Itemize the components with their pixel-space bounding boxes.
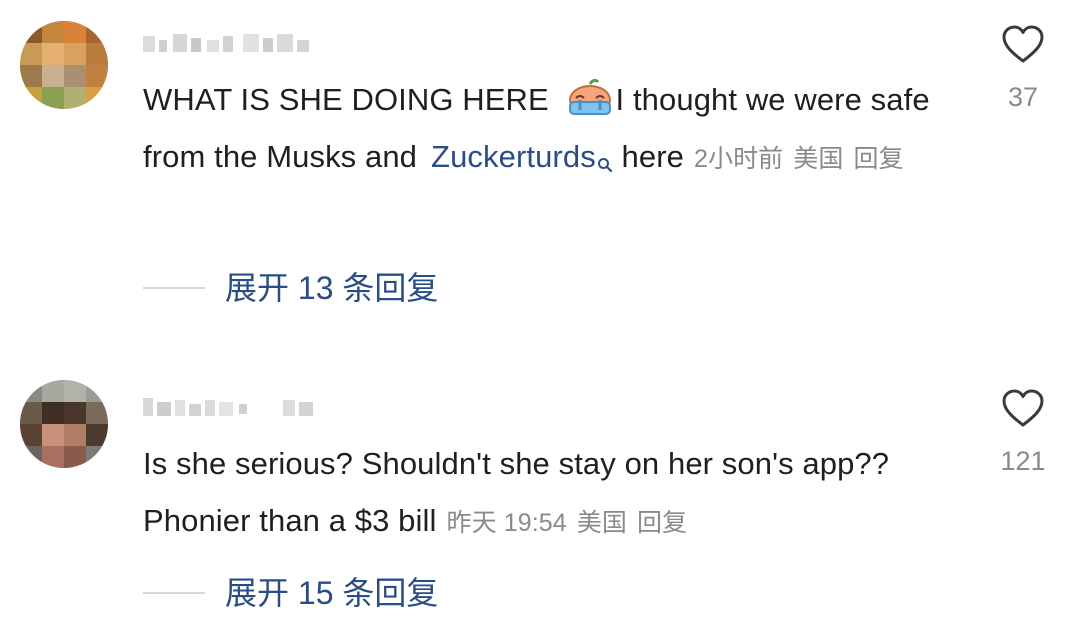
mention-link[interactable]: Zuckerturds [431, 139, 613, 174]
like-button[interactable]: 121 [990, 388, 1056, 477]
comment-text-part: WHAT IS SHE DOING HERE [143, 82, 558, 117]
comment-text-part: here [621, 139, 684, 174]
comment-location: 美国 [576, 509, 627, 537]
comment-item: Is she serious? Shouldn't she stay on he… [0, 360, 1080, 632]
comment-item: WHAT IS SHE DOING HERE I thought we were… [0, 0, 1080, 330]
comment-meta: 昨天 19:54 美国 回复 [446, 509, 697, 537]
heart-outline-icon [1002, 25, 1044, 63]
blurred-avatar-icon [20, 21, 108, 109]
expand-replies-label: 展开 15 条回复 [225, 575, 439, 611]
comment-text: Is she serious? Shouldn't she stay on he… [143, 435, 943, 552]
username-blurred[interactable] [143, 394, 323, 420]
comment-location: 美国 [793, 145, 844, 173]
comment-time: 2小时前 [693, 145, 784, 173]
reply-button[interactable]: 回复 [637, 509, 687, 537]
mention-label: Zuckerturds [431, 139, 596, 174]
avatar[interactable] [20, 380, 108, 468]
like-button[interactable]: 37 [990, 24, 1056, 113]
comment-meta: 2小时前 美国 回复 [694, 145, 914, 173]
comment-text: WHAT IS SHE DOING HERE I thought we were… [143, 71, 943, 191]
comment-time: 昨天 19:54 [446, 509, 567, 537]
avatar[interactable] [20, 21, 108, 109]
blurred-avatar-icon [20, 380, 108, 468]
search-icon [597, 134, 613, 191]
username-blurred[interactable] [143, 30, 313, 56]
expand-divider [143, 592, 205, 594]
expand-divider [143, 287, 205, 289]
heart-outline-icon [1002, 389, 1044, 427]
blurred-username-icon [143, 34, 309, 52]
like-count: 121 [1000, 446, 1046, 476]
like-count: 37 [1007, 82, 1039, 112]
blurred-username-icon [143, 398, 313, 416]
crying-face-emoji-icon [566, 76, 614, 116]
reply-button[interactable]: 回复 [853, 145, 903, 173]
expand-replies-label: 展开 13 条回复 [225, 270, 439, 306]
